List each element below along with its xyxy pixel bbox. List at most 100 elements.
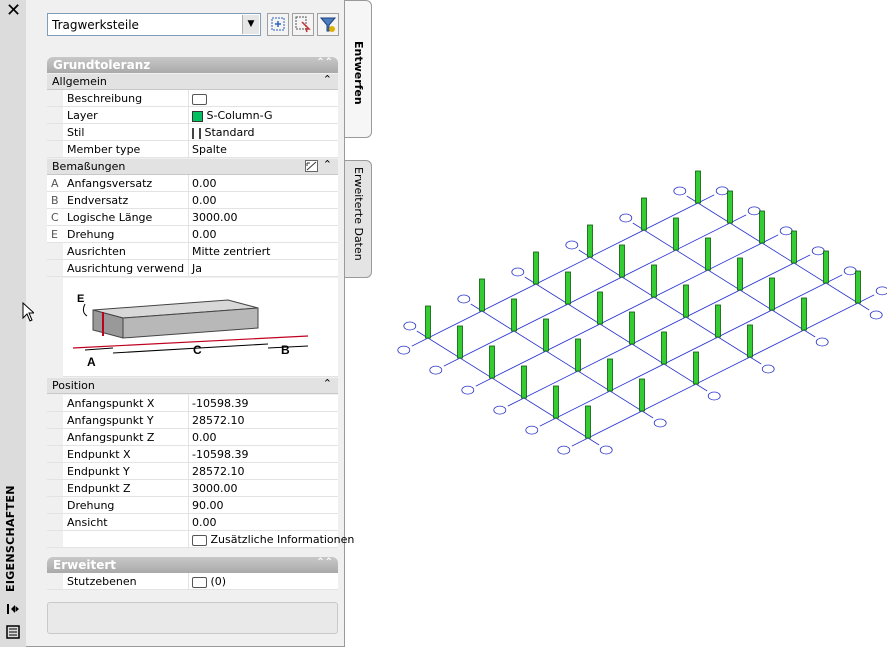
collapse-icon[interactable]: ⌃⌃ (316, 57, 333, 68)
grid-line (632, 222, 816, 338)
property-row-logische-laenge[interactable]: C Logische Länge 3000.00 (47, 209, 338, 226)
property-row-layer[interactable]: Layer S-Column-G (47, 107, 338, 124)
category-title: Allgemein (52, 75, 107, 88)
property-value[interactable]: Ja (188, 260, 338, 276)
select-objects-button[interactable] (292, 13, 314, 36)
property-value[interactable]: 28572.10 (188, 463, 338, 479)
category-title: Position (52, 379, 95, 392)
property-value[interactable]: Spalte (188, 141, 338, 157)
section-title: Erweitert (53, 558, 116, 572)
property-row-endpunkt-z[interactable]: Endpunkt Z 3000.00 (47, 480, 338, 497)
auto-hide-icon[interactable] (6, 602, 20, 616)
property-row-anfangspunkt-z[interactable]: Anfangspunkt Z 0.00 (47, 429, 338, 446)
column (425, 305, 431, 339)
properties-menu-icon[interactable] (6, 625, 20, 639)
property-row-ausrichten[interactable]: Ausrichten Mitte zentriert (47, 243, 338, 260)
property-row-endpunkt-x[interactable]: Endpunkt X -10598.39 (47, 446, 338, 463)
column (479, 278, 485, 312)
column (715, 304, 721, 338)
object-type-dropdown[interactable]: Tragwerksteile ▼ (47, 13, 261, 36)
palette-title: EIGENSCHAFTEN (4, 485, 17, 592)
grid-bubble (815, 337, 829, 347)
dimension-edit-icon[interactable] (305, 160, 318, 175)
tab-erweiterte-daten[interactable]: Erweiterte Daten (345, 160, 372, 278)
column (705, 237, 711, 271)
column (759, 210, 765, 244)
chevron-up-icon[interactable]: ⌃ (323, 158, 332, 171)
grid-bubble (403, 321, 417, 331)
chevron-up-icon[interactable]: ⌃ (323, 73, 332, 86)
property-row-beschreibung[interactable]: Beschreibung (47, 90, 338, 107)
row-gutter (47, 107, 63, 123)
row-gutter (47, 260, 63, 276)
grid-bubble (811, 246, 825, 256)
property-value[interactable]: 0.00 (188, 192, 338, 208)
property-row-endversatz[interactable]: B Endversatz 0.00 (47, 192, 338, 209)
row-gutter (47, 277, 63, 377)
chevron-down-icon[interactable]: ▼ (242, 15, 259, 34)
filter-button[interactable] (317, 13, 339, 36)
property-value[interactable]: 3000.00 (188, 480, 338, 496)
property-row-stil[interactable]: Stil Standard (47, 124, 338, 141)
property-value[interactable]: Mitte zentriert (188, 243, 338, 259)
property-value[interactable]: 0.00 (188, 175, 338, 191)
property-row-anfangsversatz[interactable]: A Anfangsversatz 0.00 (47, 175, 338, 192)
property-value[interactable]: -10598.39 (188, 446, 338, 462)
property-row-endpunkt-y[interactable]: Endpunkt Y 28572.10 (47, 463, 338, 480)
property-row-stutzebenen[interactable]: Stutzebenen (0) (47, 573, 338, 590)
description-area (47, 602, 338, 634)
style-icon (192, 127, 201, 139)
column (575, 338, 581, 372)
property-value[interactable] (188, 90, 338, 106)
property-value[interactable]: 0.00 (188, 226, 338, 242)
property-value[interactable]: 0.00 (188, 514, 338, 530)
grid-line (524, 276, 708, 392)
property-row-anfangspunkt-x[interactable]: Anfangspunkt X -10598.39 (47, 395, 338, 412)
property-value[interactable]: -10598.39 (188, 395, 338, 411)
property-row-anfangspunkt-y[interactable]: Anfangspunkt Y 28572.10 (47, 412, 338, 429)
dimension-letter: B (51, 194, 59, 207)
category-position[interactable]: Position ⌃ (47, 377, 338, 394)
grid-line (571, 294, 875, 447)
grid-bubble (599, 445, 613, 455)
close-icon[interactable]: ✕ (6, 1, 21, 21)
section-grundtoleranz[interactable]: Grundtoleranz ⌃⌃ (47, 57, 338, 73)
property-value[interactable]: Standard (188, 124, 338, 140)
property-row-ausrichtung-verwenden[interactable]: Ausrichtung verwend ... Ja (47, 260, 338, 277)
row-gutter (47, 90, 63, 106)
row-gutter (47, 124, 63, 140)
grid-bubble (619, 213, 633, 223)
property-value[interactable]: 28572.10 (188, 412, 338, 428)
property-row-zusaetzliche-info[interactable]: Zusätzliche Informationen (47, 531, 354, 548)
column (619, 244, 625, 278)
additional-info-button[interactable]: Zusätzliche Informationen (188, 531, 354, 547)
document-icon[interactable] (192, 576, 207, 588)
grid-bubble (869, 310, 883, 320)
property-label: Drehung (67, 228, 115, 241)
property-value[interactable]: S-Column-G (188, 107, 338, 123)
section-erweitert[interactable]: Erweitert ⌃⌃ (47, 557, 338, 573)
tab-entwerfen[interactable]: Entwerfen (345, 0, 372, 138)
property-row-drehung-position[interactable]: Drehung 90.00 (47, 497, 338, 514)
grid-bubble (493, 405, 507, 415)
row-gutter (47, 412, 63, 428)
property-row-drehung[interactable]: E Drehung 0.00 (47, 226, 338, 243)
quick-select-button[interactable] (267, 13, 289, 36)
grid-line (686, 195, 870, 311)
column (511, 298, 517, 332)
property-value[interactable]: 0.00 (188, 429, 338, 445)
grid-line (475, 234, 779, 387)
property-row-member-type[interactable]: Member type Spalte (47, 141, 338, 158)
document-icon[interactable] (192, 93, 207, 105)
category-allgemein[interactable]: Allgemein ⌃ (47, 73, 338, 90)
property-value[interactable]: (0) (188, 573, 338, 589)
property-row-ansicht[interactable]: Ansicht 0.00 (47, 514, 338, 531)
collapse-icon[interactable]: ⌃⌃ (316, 557, 333, 568)
chevron-up-icon[interactable]: ⌃ (323, 377, 332, 390)
property-value[interactable]: 90.00 (188, 497, 338, 513)
column (683, 284, 689, 318)
category-bemassungen[interactable]: Bemaßungen ⌃ (47, 158, 338, 175)
row-gutter (47, 429, 63, 445)
property-label: Endpunkt Z (67, 482, 131, 495)
property-value[interactable]: 3000.00 (188, 209, 338, 225)
